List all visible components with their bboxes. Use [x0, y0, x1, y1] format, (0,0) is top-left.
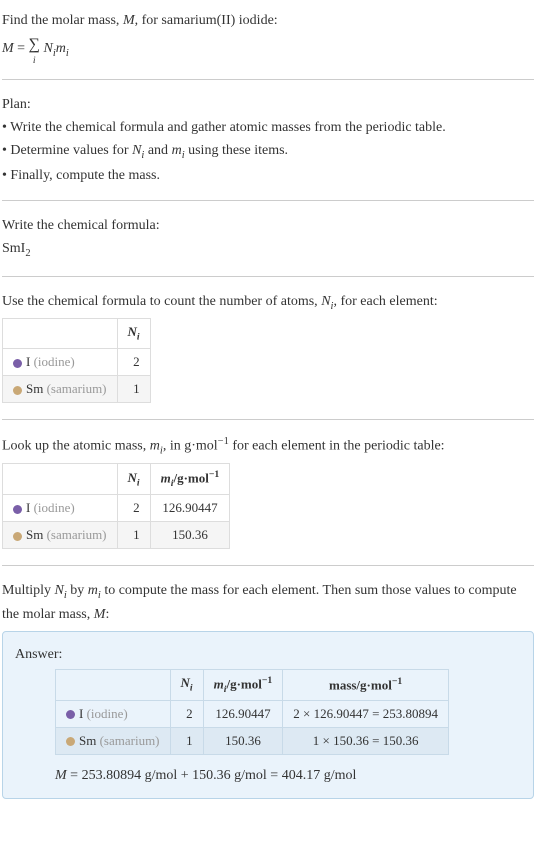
sigma-icon: ∑i [29, 33, 40, 65]
plan-item1: • Write the chemical formula and gather … [2, 117, 534, 138]
table-header-m: mi/g·mol−1 [203, 669, 283, 700]
intro-text2: , for samarium(II) iodide: [135, 13, 278, 28]
mass-cell: 126.90447 [150, 495, 230, 522]
atom-count-table: Ni I (iodine) 2 Sm (samarium) 1 [2, 318, 151, 403]
element-cell: Sm (samarium) [3, 376, 118, 403]
mass-cell: 150.36 [150, 522, 230, 549]
formula-lhs: M [2, 41, 14, 56]
element-dot-icon [66, 710, 75, 719]
element-cell: Sm (samarium) [56, 727, 171, 754]
step4-heading: Multiply Ni by mi to compute the mass fo… [2, 580, 534, 625]
table-row: I (iodine) 2 [3, 349, 151, 376]
formula-N: N [43, 41, 52, 56]
table-header-row: Ni mi/g·mol−1 mass/g·mol−1 [56, 669, 449, 700]
count-cell: 2 [117, 495, 150, 522]
var-M: M [123, 13, 135, 28]
mass-cell: 126.90447 [203, 700, 283, 727]
table-header-row: Ni mi/g·mol−1 [3, 464, 230, 495]
count-cell: 2 [117, 349, 150, 376]
table-header-N: Ni [117, 464, 150, 495]
count-cell: 1 [170, 727, 203, 754]
table-header-N: Ni [170, 669, 203, 700]
step2-heading: Use the chemical formula to count the nu… [2, 291, 534, 315]
plan-section: Plan: • Write the chemical formula and g… [2, 88, 534, 193]
table-row: Sm (samarium) 1 150.36 [3, 522, 230, 549]
element-dot-icon [66, 737, 75, 746]
table-header-N: Ni [117, 319, 150, 349]
step2-section: Use the chemical formula to count the nu… [2, 285, 534, 411]
element-dot-icon [13, 386, 22, 395]
step3-section: Look up the atomic mass, mi, in g·mol−1 … [2, 428, 534, 557]
table-header-m: mi/g·mol−1 [150, 464, 230, 495]
formula-m: m [56, 41, 66, 56]
element-cell: Sm (samarium) [3, 522, 118, 549]
mass-cell: 150.36 [203, 727, 283, 754]
table-header-blank [3, 464, 118, 495]
count-cell: 1 [117, 376, 150, 403]
atomic-mass-table: Ni mi/g·mol−1 I (iodine) 2 126.90447 Sm … [2, 463, 230, 549]
answer-table: Ni mi/g·mol−1 mass/g·mol−1 I (iodine) 2 … [55, 669, 449, 755]
step4-section: Multiply Ni by mi to compute the mass fo… [2, 574, 534, 802]
divider [2, 419, 534, 420]
table-row: I (iodine) 2 126.90447 2 × 126.90447 = 2… [56, 700, 449, 727]
table-row: Sm (samarium) 1 150.36 1 × 150.36 = 150.… [56, 727, 449, 754]
element-cell: I (iodine) [3, 349, 118, 376]
table-header-blank [3, 319, 118, 349]
table-row: I (iodine) 2 126.90447 [3, 495, 230, 522]
intro-line1: Find the molar mass, M, for samarium(II)… [2, 10, 534, 31]
table-header-blank [56, 669, 171, 700]
step1-heading: Write the chemical formula: [2, 215, 534, 236]
answer-box: Answer: Ni mi/g·mol−1 mass/g·mol−1 I (io… [2, 631, 534, 799]
step1-section: Write the chemical formula: SmI2 [2, 209, 534, 268]
final-answer: M = 253.80894 g/mol + 150.36 g/mol = 404… [55, 765, 521, 786]
element-dot-icon [13, 505, 22, 514]
chemical-formula: SmI2 [2, 238, 534, 262]
divider [2, 200, 534, 201]
table-header-mass: mass/g·mol−1 [283, 669, 449, 700]
intro-section: Find the molar mass, M, for samarium(II)… [2, 4, 534, 71]
plan-item2: • Determine values for Ni and mi using t… [2, 140, 534, 164]
element-cell: I (iodine) [3, 495, 118, 522]
calc-cell: 2 × 126.90447 = 253.80894 [283, 700, 449, 727]
divider [2, 79, 534, 80]
calc-cell: 1 × 150.36 = 150.36 [283, 727, 449, 754]
formula-msub: i [66, 48, 69, 59]
count-cell: 1 [117, 522, 150, 549]
table-row: Sm (samarium) 1 [3, 376, 151, 403]
step3-heading: Look up the atomic mass, mi, in g·mol−1 … [2, 434, 534, 459]
plan-item3: • Finally, compute the mass. [2, 165, 534, 186]
answer-content: Ni mi/g·mol−1 mass/g·mol−1 I (iodine) 2 … [15, 669, 521, 786]
element-dot-icon [13, 532, 22, 541]
count-cell: 2 [170, 700, 203, 727]
divider [2, 276, 534, 277]
formula-eq: = [14, 41, 29, 56]
intro-text: Find the molar mass, [2, 13, 123, 28]
element-cell: I (iodine) [56, 700, 171, 727]
element-dot-icon [13, 359, 22, 368]
answer-label: Answer: [15, 644, 521, 665]
intro-formula: M = ∑i Nimi [2, 33, 534, 65]
table-header-row: Ni [3, 319, 151, 349]
plan-heading: Plan: [2, 94, 534, 115]
divider [2, 565, 534, 566]
